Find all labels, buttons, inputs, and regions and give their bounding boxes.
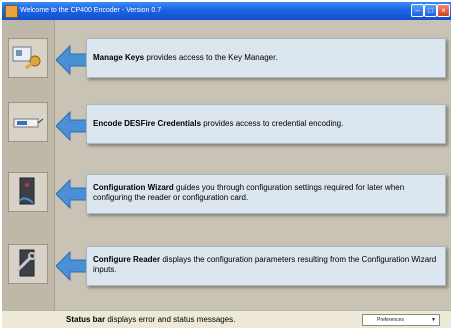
status-bar-desc: displays error and status messages.: [105, 315, 236, 324]
status-bar-title: Status bar: [66, 315, 106, 324]
wizard-icon: [18, 177, 35, 205]
maximize-button[interactable]: □: [424, 4, 437, 17]
pointer-arrow-icon: [56, 250, 90, 282]
title-bar: Welcome to the CP400 Encoder - Version 0…: [2, 2, 451, 20]
encoder-icon: [13, 118, 44, 128]
chevron-down-icon: ▼: [431, 317, 436, 323]
pointer-arrow-icon: [56, 44, 90, 76]
close-button[interactable]: ×: [437, 4, 450, 17]
pointer-arrow-icon: [56, 178, 90, 210]
configuration-wizard-button[interactable]: [8, 172, 48, 212]
reader-config-icon: [15, 249, 36, 277]
callout-title: Manage Keys: [93, 53, 145, 62]
callout-title: Configure Reader: [93, 255, 161, 264]
manage-keys-callout: Manage Keys provides access to the Key M…: [86, 38, 446, 78]
callout-desc: provides access to credential encoding.: [201, 119, 344, 128]
tool-sidebar: [2, 20, 55, 310]
configuration-wizard-callout: Configuration Wizard guides you through …: [86, 174, 446, 214]
configure-reader-callout: Configure Reader displays the configurat…: [86, 246, 446, 286]
status-bar: Status bar displays error and status mes…: [2, 310, 451, 328]
encode-credentials-button[interactable]: [8, 102, 48, 142]
encode-credentials-callout: Encode DESFire Credentials provides acce…: [86, 104, 446, 144]
keys-icon: [12, 46, 41, 70]
preferences-label: Preferences: [377, 317, 404, 323]
callout-desc: provides access to the Key Manager.: [144, 53, 278, 62]
pointer-arrow-icon: [56, 110, 90, 142]
callout-title: Configuration Wizard: [93, 183, 174, 192]
preferences-dropdown[interactable]: Preferences ▼: [362, 314, 440, 326]
app-icon: [5, 5, 18, 18]
app-window: Welcome to the CP400 Encoder - Version 0…: [2, 2, 451, 328]
minimize-button[interactable]: –: [411, 4, 424, 17]
manage-keys-button[interactable]: [8, 38, 48, 78]
configure-reader-button[interactable]: [8, 244, 48, 284]
window-title: Welcome to the CP400 Encoder - Version 0…: [20, 7, 162, 14]
callout-title: Encode DESFire Credentials: [93, 119, 202, 128]
main-panel: Manage Keys provides access to the Key M…: [2, 20, 451, 310]
status-bar-caption: Status bar displays error and status mes…: [66, 315, 235, 325]
